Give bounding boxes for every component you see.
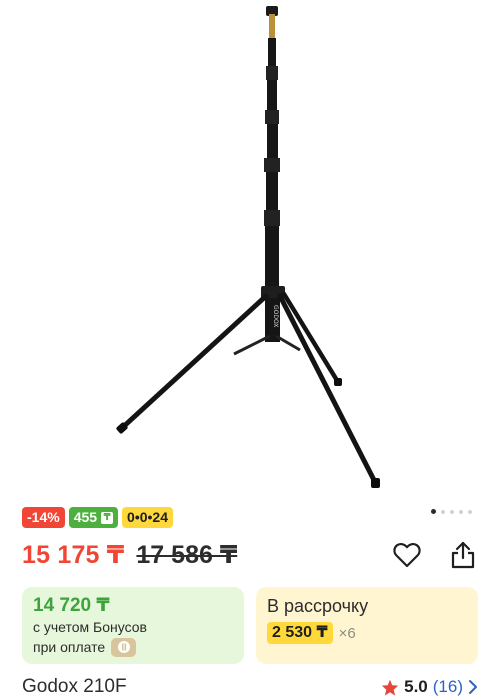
bonus-amount: 455 xyxy=(73,509,98,525)
old-price: 17 586 ₸ xyxy=(136,541,238,569)
gallery-pager[interactable] xyxy=(431,509,472,514)
price-row: 15 175 ₸ 17 586 ₸ xyxy=(22,540,237,570)
current-price: 15 175 ₸ xyxy=(22,541,125,569)
bonus-price: 14 720 ₸ xyxy=(33,595,110,616)
light-stand-image: GODOX xyxy=(116,6,380,488)
installment-months: ×6 xyxy=(338,624,356,642)
tenge-icon: ₸ xyxy=(101,511,114,524)
title-row: Godox 210F 5.0 (16) xyxy=(22,676,478,698)
installment-monthly-price: 2 530 ₸ xyxy=(267,622,333,644)
payment-line: при оплате xyxy=(33,637,233,657)
badge-row: -14% 455 ₸ 0•0•24 xyxy=(22,507,173,528)
rating-value: 5.0 xyxy=(404,677,428,696)
pager-dot[interactable] xyxy=(441,509,445,514)
pager-dot[interactable] xyxy=(450,509,454,514)
kaspi-icon xyxy=(111,637,137,657)
star-icon xyxy=(381,679,399,696)
share-button[interactable] xyxy=(448,540,478,570)
chevron-right-icon xyxy=(469,680,477,694)
discount-badge: -14% xyxy=(22,507,65,528)
share-icon xyxy=(451,541,475,569)
bonus-note: с учетом Бонусов xyxy=(33,619,147,635)
product-actions xyxy=(392,540,478,570)
installment-title: В рассрочку xyxy=(267,596,369,616)
rating-link[interactable]: 5.0 (16) xyxy=(381,677,478,697)
bonus-price-card[interactable]: 14 720 ₸ с учетом Бонусов при оплате xyxy=(22,587,244,664)
payment-note: при оплате xyxy=(33,639,106,655)
installment-badge: 0•0•24 xyxy=(122,507,173,528)
stand-brand-label: GODOX xyxy=(272,305,279,327)
favorite-button[interactable] xyxy=(392,540,422,570)
bonus-badge: 455 ₸ xyxy=(68,507,119,528)
heart-icon xyxy=(393,542,421,568)
pager-dot[interactable] xyxy=(431,509,436,514)
review-count: (16) xyxy=(432,677,463,696)
installment-card[interactable]: В рассрочку 2 530 ₸ ×6 xyxy=(256,587,478,664)
pager-dot[interactable] xyxy=(468,509,472,514)
installment-line: 2 530 ₸ ×6 xyxy=(267,622,467,644)
product-title: Godox 210F xyxy=(22,676,127,697)
product-image-gallery[interactable]: GODOX xyxy=(0,0,500,514)
pager-dot[interactable] xyxy=(459,509,463,514)
